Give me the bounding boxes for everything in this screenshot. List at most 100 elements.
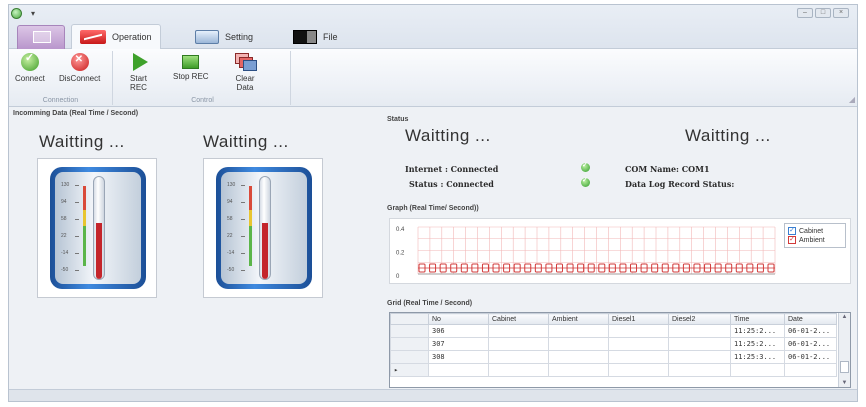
gauge-frame: 130 94 58 22 -14 -50 <box>50 167 146 289</box>
app-logo-icon[interactable] <box>11 8 22 19</box>
grid-cell-no[interactable]: 307 <box>428 337 489 351</box>
graph-legend: ✓ Cabinet ✓ Ambient <box>784 223 846 248</box>
new-row-marker-icon[interactable]: ▸ <box>390 363 429 377</box>
stop-rec-label: Stop REC <box>173 72 209 81</box>
graph-plot: 0.4 0.2 0 <box>396 226 776 280</box>
scroll-up-icon[interactable]: ▲ <box>840 314 849 320</box>
chart-icon <box>80 30 106 44</box>
table-row[interactable]: 306 11:25:2... 06-01-2... <box>390 324 837 338</box>
maximize-icon[interactable]: □ <box>815 8 831 18</box>
control-group-caption: Control <box>191 97 214 104</box>
table-row[interactable]: 307 11:25:2... 06-01-2... <box>390 337 837 351</box>
disconnect-x-icon <box>70 53 89 71</box>
grid-column-header[interactable]: No <box>428 313 489 325</box>
incoming-data-title: Incomming Data (Real Time / Second) <box>13 110 139 117</box>
ambient-checkbox-icon[interactable]: ✓ <box>788 236 796 244</box>
gauge-tick-label: -50 <box>61 267 80 273</box>
grid-cell-ambient[interactable] <box>548 324 609 338</box>
row-header[interactable] <box>390 350 429 364</box>
clear-data-icon <box>235 53 257 71</box>
grid-cell-ambient[interactable] <box>548 337 609 351</box>
clear-data-label: Clear Data <box>235 74 255 92</box>
grid-cell-no[interactable]: 306 <box>428 324 489 338</box>
quick-access-dropdown-icon[interactable]: ▾ <box>31 9 35 18</box>
grid-cell-empty[interactable] <box>488 363 549 377</box>
grid-cell-cabinet[interactable] <box>488 324 549 338</box>
connect-button[interactable]: Connect <box>15 53 45 83</box>
grid-cell-cabinet[interactable] <box>488 337 549 351</box>
grid-cell-diesel1[interactable] <box>608 350 669 364</box>
thermometer-gauge-2: 130 94 58 22 -14 -50 <box>203 158 323 298</box>
status-bar <box>9 389 857 401</box>
stop-icon <box>182 55 200 69</box>
scroll-thumb[interactable] <box>840 361 849 373</box>
grid-cell-empty[interactable] <box>730 363 785 377</box>
minimize-icon[interactable]: – <box>797 8 813 18</box>
grid-vertical-scrollbar[interactable]: ▲ ▼ <box>838 313 850 387</box>
new-row[interactable]: ▸ <box>390 363 837 377</box>
grid-cell-empty[interactable] <box>608 363 669 377</box>
row-header[interactable] <box>390 337 429 351</box>
grid-cell-cabinet[interactable] <box>488 350 549 364</box>
status-waiting-left: Waitting ... <box>405 126 491 145</box>
grid-cell-time[interactable]: 11:25:2... <box>730 324 785 338</box>
grid-cell-diesel1[interactable] <box>608 337 669 351</box>
grid-cell-empty[interactable] <box>548 363 609 377</box>
table-row[interactable]: 308 11:25:3... 06-01-2... <box>390 350 837 364</box>
gauge-tick-label: 94 <box>61 199 78 205</box>
grid-cell-diesel2[interactable] <box>668 350 731 364</box>
settings-monitor-icon <box>195 29 219 44</box>
grid-column-header[interactable]: Ambient <box>548 313 609 325</box>
stop-rec-button[interactable]: Stop REC <box>173 53 209 81</box>
legend-cabinet[interactable]: ✓ Cabinet <box>788 227 842 235</box>
gauge-tick-label: 22 <box>227 233 244 239</box>
grid-cell-time[interactable]: 11:25:3... <box>730 350 785 364</box>
grid-cell-diesel1[interactable] <box>608 324 669 338</box>
grid-cell-date[interactable]: 06-01-2... <box>784 324 837 338</box>
clear-data-button[interactable]: Clear Data <box>235 53 257 92</box>
grid-cell-time[interactable]: 11:25:2... <box>730 337 785 351</box>
thermometer-level <box>96 222 102 279</box>
grid-cell-empty[interactable] <box>784 363 837 377</box>
grid-table: No Cabinet Ambient Diesel1 Diesel2 Time Date 3… <box>390 313 837 377</box>
tab-operation[interactable]: Operation <box>71 24 161 49</box>
data-grid[interactable]: No Cabinet Ambient Diesel1 Diesel2 Time Date 3… <box>389 312 851 388</box>
grid-column-header[interactable]: Time <box>730 313 785 325</box>
grid-cell-date[interactable]: 06-01-2... <box>784 337 837 351</box>
tab-file[interactable]: File <box>285 24 346 49</box>
grid-header-row: No Cabinet Ambient Diesel1 Diesel2 Time Date <box>390 313 837 325</box>
grid-cell-diesel2[interactable] <box>668 337 731 351</box>
scroll-down-icon[interactable]: ▼ <box>840 380 849 386</box>
grid-cell-diesel2[interactable] <box>668 324 731 338</box>
grid-cell-no[interactable]: 308 <box>428 350 489 364</box>
grid-cell-ambient[interactable] <box>548 350 609 364</box>
grid-title: Grid (Real Time / Second) <box>387 300 473 307</box>
tab-setting[interactable]: Setting <box>187 24 261 49</box>
gauge-tick-label: 130 <box>61 182 80 188</box>
gauge-tick-label: 58 <box>227 216 244 222</box>
ribbon: Connect DisConnect Connection Start REC … <box>9 49 857 107</box>
gauge-tick-label: -14 <box>227 250 246 256</box>
grid-column-header[interactable]: Diesel2 <box>668 313 731 325</box>
thermometer-tube <box>93 176 105 280</box>
legend-ambient[interactable]: ✓ Ambient <box>788 236 842 244</box>
graph-y-tick-label: 0.4 <box>396 227 405 233</box>
application-menu-button[interactable] <box>17 25 65 49</box>
grid-cell-date[interactable]: 06-01-2... <box>784 350 837 364</box>
grid-cell-empty[interactable] <box>428 363 489 377</box>
gauge-tick-label: 58 <box>61 216 78 222</box>
grid-column-header[interactable]: Date <box>784 313 837 325</box>
tab-operation-label: Operation <box>112 32 152 42</box>
start-rec-button[interactable]: Start REC <box>129 53 148 92</box>
thermometer-tube <box>259 176 271 280</box>
row-header[interactable] <box>390 324 429 338</box>
cabinet-checkbox-icon[interactable]: ✓ <box>788 227 796 235</box>
grid-cell-empty[interactable] <box>668 363 731 377</box>
grid-column-header[interactable]: Cabinet <box>488 313 549 325</box>
start-rec-label: Start REC <box>130 74 147 92</box>
grid-column-header[interactable]: Diesel1 <box>608 313 669 325</box>
gauge-frame: 130 94 58 22 -14 -50 <box>216 167 312 289</box>
control-group: Start REC Stop REC Clear Data Control <box>115 51 291 105</box>
close-icon[interactable]: × <box>833 8 849 18</box>
disconnect-button[interactable]: DisConnect <box>59 53 100 83</box>
